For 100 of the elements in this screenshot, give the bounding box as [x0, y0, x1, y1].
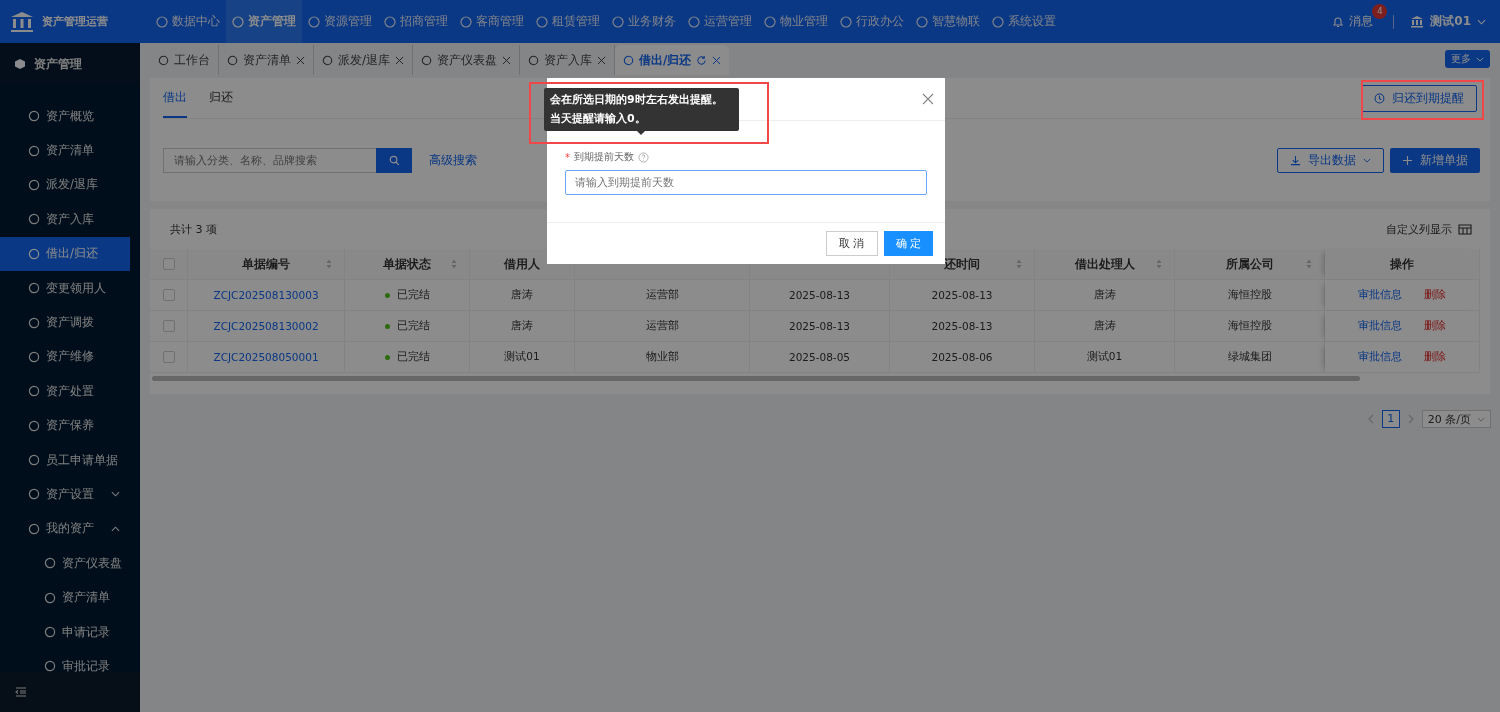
confirm-button[interactable]: 确 定 — [883, 231, 933, 256]
page-number-button[interactable]: 1 — [1381, 410, 1400, 428]
select-all-checkbox[interactable] — [162, 258, 175, 270]
close-icon[interactable] — [712, 55, 722, 65]
nav-menu-item[interactable]: 资产管理 — [226, 0, 302, 43]
circle-icon — [28, 110, 40, 123]
sidebar-menu-item[interactable]: 我的资产 — [0, 511, 130, 547]
question-circle-icon[interactable] — [638, 151, 649, 163]
sidebar-submenu-item[interactable]: 审批记录 — [0, 649, 130, 672]
delete-link[interactable]: 删除 — [1424, 319, 1446, 333]
export-data-button[interactable]: 导出数据 — [1277, 147, 1384, 173]
sidebar-menu-item[interactable]: 员工申请单据 — [0, 442, 130, 478]
sidebar-menu-item[interactable]: 资产清单 — [0, 133, 130, 168]
delete-link[interactable]: 删除 — [1424, 350, 1446, 364]
document-number-link[interactable]: ZCJC202508130003 — [213, 289, 319, 301]
bank-building-icon — [10, 10, 34, 33]
return-reminder-button[interactable]: 归还到期提醒 — [1361, 84, 1477, 112]
sort-icon[interactable] — [326, 259, 332, 269]
approval-info-link[interactable]: 审批信息 — [1358, 350, 1402, 364]
close-icon[interactable] — [597, 55, 607, 65]
clock-icon — [1374, 92, 1385, 104]
content-tab[interactable]: 借出 — [163, 78, 187, 118]
sidebar-menu-label: 派发/退库 — [46, 177, 98, 193]
table-cell: 绿城集团 — [1175, 342, 1325, 373]
custom-columns-link[interactable]: 自定义列显示 — [1386, 221, 1452, 237]
sidebar-menu-item[interactable]: 变更领用人 — [0, 270, 130, 306]
page-tab[interactable]: 资产仪表盘 — [413, 45, 521, 75]
delete-link[interactable]: 删除 — [1424, 288, 1446, 302]
document-number-link[interactable]: ZCJC202508050001 — [213, 351, 319, 363]
sidebar-menu-item[interactable]: 资产维修 — [0, 339, 130, 375]
cancel-button[interactable]: 取 消 — [826, 231, 878, 256]
days-input-field[interactable]: 请输入到期提前天数 — [565, 170, 927, 195]
nav-menu-item[interactable]: 业务财务 — [606, 0, 682, 43]
add-document-button[interactable]: 新增单据 — [1390, 147, 1480, 173]
table-cell: 测试01 — [470, 342, 575, 373]
nav-menu-item[interactable]: 客商管理 — [454, 0, 530, 43]
sidebar-menu-item[interactable]: 资产调拨 — [0, 305, 130, 340]
page-tab[interactable]: 派发/退库 — [314, 45, 414, 75]
search-field[interactable]: 请输入分类、名称、品牌搜索 — [163, 147, 376, 173]
chevron-down-icon[interactable] — [111, 491, 120, 498]
sort-icon[interactable] — [1156, 259, 1162, 269]
nav-menu-item[interactable]: 智慧物联 — [910, 0, 986, 43]
page-tab[interactable]: 资产清单 — [219, 45, 314, 75]
close-icon[interactable] — [502, 55, 512, 65]
chevron-up-icon[interactable] — [111, 525, 120, 532]
messages-link[interactable]: 消息 — [1349, 13, 1374, 30]
status-text: 已完结 — [396, 288, 430, 302]
row-checkbox[interactable] — [162, 351, 175, 363]
nav-menu-item[interactable]: 行政办公 — [834, 0, 910, 43]
advanced-search-link[interactable]: 高级搜索 — [429, 151, 477, 169]
sidebar-submenu-item[interactable]: 资产仪表盘 — [0, 546, 130, 581]
chevron-right-icon[interactable] — [1407, 414, 1414, 424]
close-icon[interactable] — [395, 55, 405, 65]
page-tab[interactable]: 借出/归还 — [615, 45, 730, 75]
nav-menu-item[interactable]: 运营管理 — [682, 0, 758, 43]
search-button[interactable] — [376, 147, 412, 173]
close-icon[interactable] — [922, 93, 934, 105]
sidebar-menu-item[interactable]: 资产入库 — [0, 202, 130, 237]
collapse-menu-icon[interactable] — [15, 687, 27, 697]
page-tab[interactable]: 工作台 — [150, 45, 219, 75]
refresh-icon[interactable] — [696, 54, 708, 66]
sidebar-menu-item[interactable]: 资产概览 — [0, 99, 130, 134]
sidebar-menu-label: 借出/归还 — [46, 246, 98, 262]
approval-info-link[interactable]: 审批信息 — [1358, 319, 1402, 333]
bank-building-icon — [1410, 15, 1425, 28]
nav-menu-item[interactable]: 数据中心 — [150, 0, 226, 43]
circle-icon — [44, 626, 56, 639]
nav-menu-item[interactable]: 招商管理 — [378, 0, 454, 43]
sidebar-menu-item[interactable]: 资产保养 — [0, 408, 130, 443]
document-number-link[interactable]: ZCJC202508130002 — [213, 320, 319, 332]
sidebar-menu-item[interactable]: 资产处置 — [0, 374, 130, 409]
circle-icon — [28, 385, 40, 398]
approval-info-link[interactable]: 审批信息 — [1358, 288, 1402, 302]
circle-icon — [688, 15, 700, 28]
table-grid-icon[interactable] — [1458, 223, 1472, 235]
sort-icon[interactable] — [1016, 259, 1022, 269]
row-checkbox[interactable] — [162, 320, 175, 332]
nav-menu-item[interactable]: 租赁管理 — [530, 0, 606, 43]
sidebar-submenu-item[interactable]: 申请记录 — [0, 614, 130, 650]
sidebar-submenu-item[interactable]: 资产清单 — [0, 580, 130, 615]
user-menu[interactable]: 测试01 — [1430, 13, 1471, 30]
more-dropdown-button[interactable]: 更多 — [1445, 50, 1490, 68]
page-size-select[interactable]: 20 条/页 — [1421, 410, 1491, 428]
sidebar-menu-item[interactable]: 借出/归还 — [0, 236, 130, 271]
bell-icon[interactable] — [1332, 15, 1345, 28]
sort-icon[interactable] — [1306, 259, 1312, 269]
download-icon — [1290, 154, 1301, 166]
nav-menu-item[interactable]: 物业管理 — [758, 0, 834, 43]
row-checkbox[interactable] — [162, 289, 175, 301]
cube-icon — [14, 58, 26, 70]
nav-menu-item[interactable]: 系统设置 — [986, 0, 1062, 43]
sidebar-menu-item[interactable]: 派发/退库 — [0, 167, 130, 203]
sidebar-menu-item[interactable]: 资产设置 — [0, 477, 130, 512]
chevron-left-icon[interactable] — [1367, 414, 1374, 424]
horizontal-scrollbar[interactable] — [152, 376, 1360, 381]
content-tab[interactable]: 归还 — [209, 78, 233, 118]
nav-menu-item[interactable]: 资源管理 — [302, 0, 378, 43]
sort-icon[interactable] — [451, 259, 457, 269]
sidebar-menu-label: 变更领用人 — [46, 280, 106, 296]
close-icon[interactable] — [296, 55, 305, 65]
